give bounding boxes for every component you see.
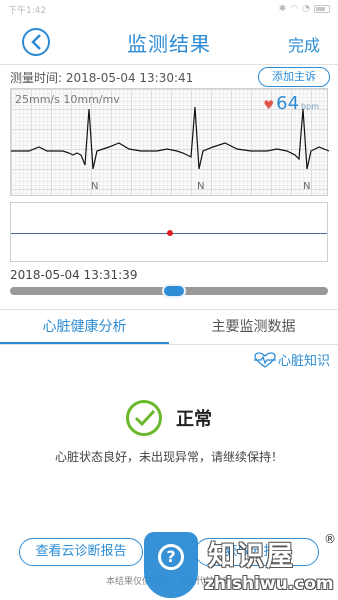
check-circle-icon [126,400,162,436]
registered-icon: ® [324,532,336,546]
done-button[interactable]: 完成 [288,32,320,56]
battery-icon [314,5,330,13]
watermark-brand: 知识屋 [208,541,295,572]
app-header: 监测结果 完成 [0,18,338,64]
alarm-icon: ◔ [302,4,310,14]
analysis-result: 正常 [0,398,338,438]
wifi-icon: ◠ [290,4,299,14]
ecg-overview[interactable] [10,202,328,262]
beat-label: N [91,181,99,192]
watermark: ? 知识屋 ® zhishiwu.com [140,530,338,600]
ecg-chart: 25mm/s 10mm/mv ♥ 64 bpm N N N [10,88,329,196]
watermark-logo-icon: ? [144,532,198,598]
tab-heart-health-analysis[interactable]: 心脏健康分析 [0,310,169,344]
measure-time: 测量时间: 2018-05-04 13:30:41 [10,71,194,85]
timeline-time: 2018-05-04 13:31:39 [10,268,138,282]
add-complaint-button[interactable]: 添加主诉 [258,67,330,87]
tab-monitoring-data[interactable]: 主要监测数据 [169,310,338,344]
status-icons: ✱ ◠ ◔ [279,4,330,14]
view-cloud-report-button[interactable]: 查看云诊断报告 [19,538,143,566]
heart-knowledge-link[interactable]: 心脏知识 [253,350,330,369]
status-bar: 下午1:42 ✱ ◠ ◔ [0,0,338,18]
ecg-trace [11,106,329,170]
overview-marker [167,230,173,236]
beat-label: N [303,181,311,192]
bluetooth-icon: ✱ [278,4,287,14]
beat-label: N [197,181,205,192]
status-time: 下午1:42 [8,5,47,16]
slider-thumb[interactable] [162,284,186,298]
result-description: 心脏状态良好，未出现异常，请继续保持！ [54,450,283,464]
heart-knowledge-label: 心脏知识 [277,354,330,369]
tab-bar: 心脏健康分析 主要监测数据 [0,309,338,345]
watermark-domain: zhishiwu.com [204,574,334,594]
timeline-slider[interactable] [10,284,328,298]
measure-info-row: 测量时间: 2018-05-04 13:30:41 添加主诉 [0,64,338,88]
heartbeat-icon [253,351,276,368]
result-status: 正常 [176,409,212,430]
